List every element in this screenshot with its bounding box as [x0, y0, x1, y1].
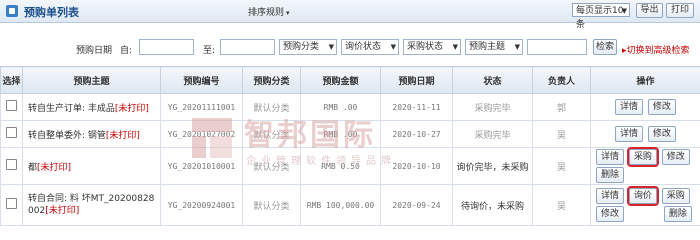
category-select-value: 预购分类 [283, 42, 320, 52]
list-icon [6, 5, 18, 17]
detail-button[interactable]: 详情 [596, 149, 624, 165]
row-owner: 郭 [532, 93, 591, 121]
col-header-subject[interactable]: 预购主题 [22, 66, 161, 94]
col-header-category[interactable]: 预购分类 [242, 66, 301, 94]
date-to-input[interactable] [220, 39, 275, 55]
row-checkbox[interactable] [6, 159, 17, 170]
purchase-button[interactable]: 采购 [626, 147, 659, 167]
print-button[interactable]: 打印 [666, 3, 694, 18]
row-amount: RMB 100,000.00 [300, 184, 381, 226]
purchase-table: 选择 预购主题 预购编号 预购分类 预购金额 预购日期 状态 负责人 操作 转自… [0, 66, 700, 226]
date-label: 预购日期 [76, 46, 113, 56]
row-date: 2020-11-11 [380, 93, 453, 121]
advanced-search-link[interactable]: ▸切换到高级检索 [622, 43, 690, 56]
row-status: 采购完毕 [452, 120, 533, 148]
row-checkbox[interactable] [6, 198, 17, 209]
page-size-value: 每页显示10条 [576, 6, 624, 30]
print-status-tag: [未打印] [37, 162, 72, 173]
col-header-number[interactable]: 预购编号 [160, 66, 243, 94]
purchase-button[interactable]: 采购 [661, 188, 690, 204]
detail-button[interactable]: 详情 [615, 126, 644, 142]
chevron-down-icon: ▼ [514, 43, 520, 51]
edit-button[interactable]: 修改 [596, 206, 624, 222]
row-status: 待询价，未采购 [452, 184, 533, 226]
purchase-status-value: 采购状态 [407, 42, 444, 52]
chevron-down-icon: ▼ [390, 43, 396, 51]
print-status-tag: [未打印] [114, 103, 149, 114]
edit-button[interactable]: 修改 [647, 99, 676, 115]
row-owner: 吴 [532, 147, 591, 185]
row-date: 2020-10-27 [380, 120, 453, 148]
detail-button[interactable]: 详情 [596, 188, 624, 204]
row-checkbox[interactable] [6, 127, 17, 138]
chevron-down-icon: ▾ [286, 9, 290, 17]
row-status: 询价完毕，未采购 [452, 147, 533, 185]
chevron-down-icon: ▼ [328, 43, 334, 51]
table-row: 都[未打印] YG_20201010001 默认分类 RMB 0.50 2020… [0, 147, 700, 185]
inquiry-button[interactable]: 询价 [626, 186, 659, 206]
sort-rules-menu[interactable]: 排序规则 ▾ [248, 5, 290, 18]
row-subject[interactable]: 都 [28, 163, 37, 173]
row-subject[interactable]: 转自生产订单: 丰成品 [28, 104, 115, 114]
row-category: 默认分类 [242, 120, 301, 148]
row-status: 采购完毕 [452, 93, 533, 121]
row-subject-cont: 002 [28, 206, 46, 216]
delete-button[interactable]: 删除 [663, 206, 692, 222]
col-header-status[interactable]: 状态 [452, 66, 533, 94]
delete-button[interactable]: 删除 [596, 167, 624, 183]
category-select[interactable]: 预购分类 ▼ [279, 39, 337, 55]
table-row: 转自合同: 料 坏MT_20200828 002[未打印] YG_20200924… [0, 184, 700, 226]
row-amount: RMB .00 [300, 93, 381, 121]
row-owner: 吴 [532, 120, 591, 148]
row-date: 2020-10-10 [380, 147, 453, 185]
row-subject[interactable]: 转自合同: 料 坏MT_20200828 [28, 194, 154, 204]
date-from-input[interactable] [139, 39, 194, 55]
page-title: 预购单列表 [24, 6, 79, 19]
row-checkbox[interactable] [6, 100, 17, 111]
row-amount: RMB .00 [300, 120, 381, 148]
row-owner: 吴 [532, 184, 591, 226]
col-header-actions: 操作 [590, 66, 700, 94]
search-button[interactable]: 检索 [593, 39, 617, 55]
col-header-date[interactable]: 预购日期 [380, 66, 453, 94]
table-row: 转自整单委外: 钢管[未打印] YG_20201027002 默认分类 RMB … [0, 120, 700, 148]
row-amount: RMB 0.50 [300, 147, 381, 185]
table-row: 转自生产订单: 丰成品[未打印] YG_20201111001 默认分类 RMB… [0, 93, 700, 121]
keyword-input[interactable] [527, 39, 587, 55]
row-number: YG_20201111001 [160, 93, 243, 121]
row-number: YG_20201027002 [160, 120, 243, 148]
purchase-status-select[interactable]: 采购状态 ▼ [403, 39, 461, 55]
col-header-amount[interactable]: 预购金额 [300, 66, 381, 94]
sort-rules-label: 排序规则 [248, 8, 285, 18]
chevron-down-icon: ▼ [452, 43, 458, 51]
export-button[interactable]: 导出 [636, 3, 663, 18]
from-label: 自: [120, 46, 133, 56]
page-size-select[interactable]: 每页显示10条 ▼ [572, 3, 630, 30]
edit-button[interactable]: 修改 [647, 126, 676, 142]
inquiry-status-select[interactable]: 询价状态 ▼ [341, 39, 399, 55]
print-status-tag: [未打印] [45, 206, 80, 216]
table-header-row: 选择 预购主题 预购编号 预购分类 预购金额 预购日期 状态 负责人 操作 [0, 66, 700, 94]
edit-button[interactable]: 修改 [661, 149, 690, 165]
row-subject[interactable]: 转自整单委外: 钢管 [28, 131, 106, 141]
to-label: 至: [203, 46, 216, 56]
col-header-select: 选择 [0, 66, 23, 94]
row-category: 默认分类 [242, 147, 301, 185]
inquiry-status-value: 询价状态 [345, 42, 382, 52]
detail-button[interactable]: 详情 [615, 99, 644, 115]
advanced-search-label: 切换到高级检索 [626, 46, 690, 56]
subject-select-value: 预购主题 [469, 42, 506, 52]
row-number: YG_20201010001 [160, 147, 243, 185]
row-category: 默认分类 [242, 184, 301, 226]
subject-select[interactable]: 预购主题 ▼ [465, 39, 523, 55]
title-bar: 预购单列表 排序规则 ▾ 每页显示10条 ▼ 导出 打印 [0, 0, 700, 30]
col-header-owner[interactable]: 负责人 [532, 66, 591, 94]
chevron-down-icon: ▼ [621, 7, 627, 15]
row-category: 默认分类 [242, 93, 301, 121]
row-date: 2020-09-24 [380, 184, 453, 226]
row-number: YG_20200924001 [160, 184, 243, 226]
print-status-tag: [未打印] [105, 130, 140, 141]
